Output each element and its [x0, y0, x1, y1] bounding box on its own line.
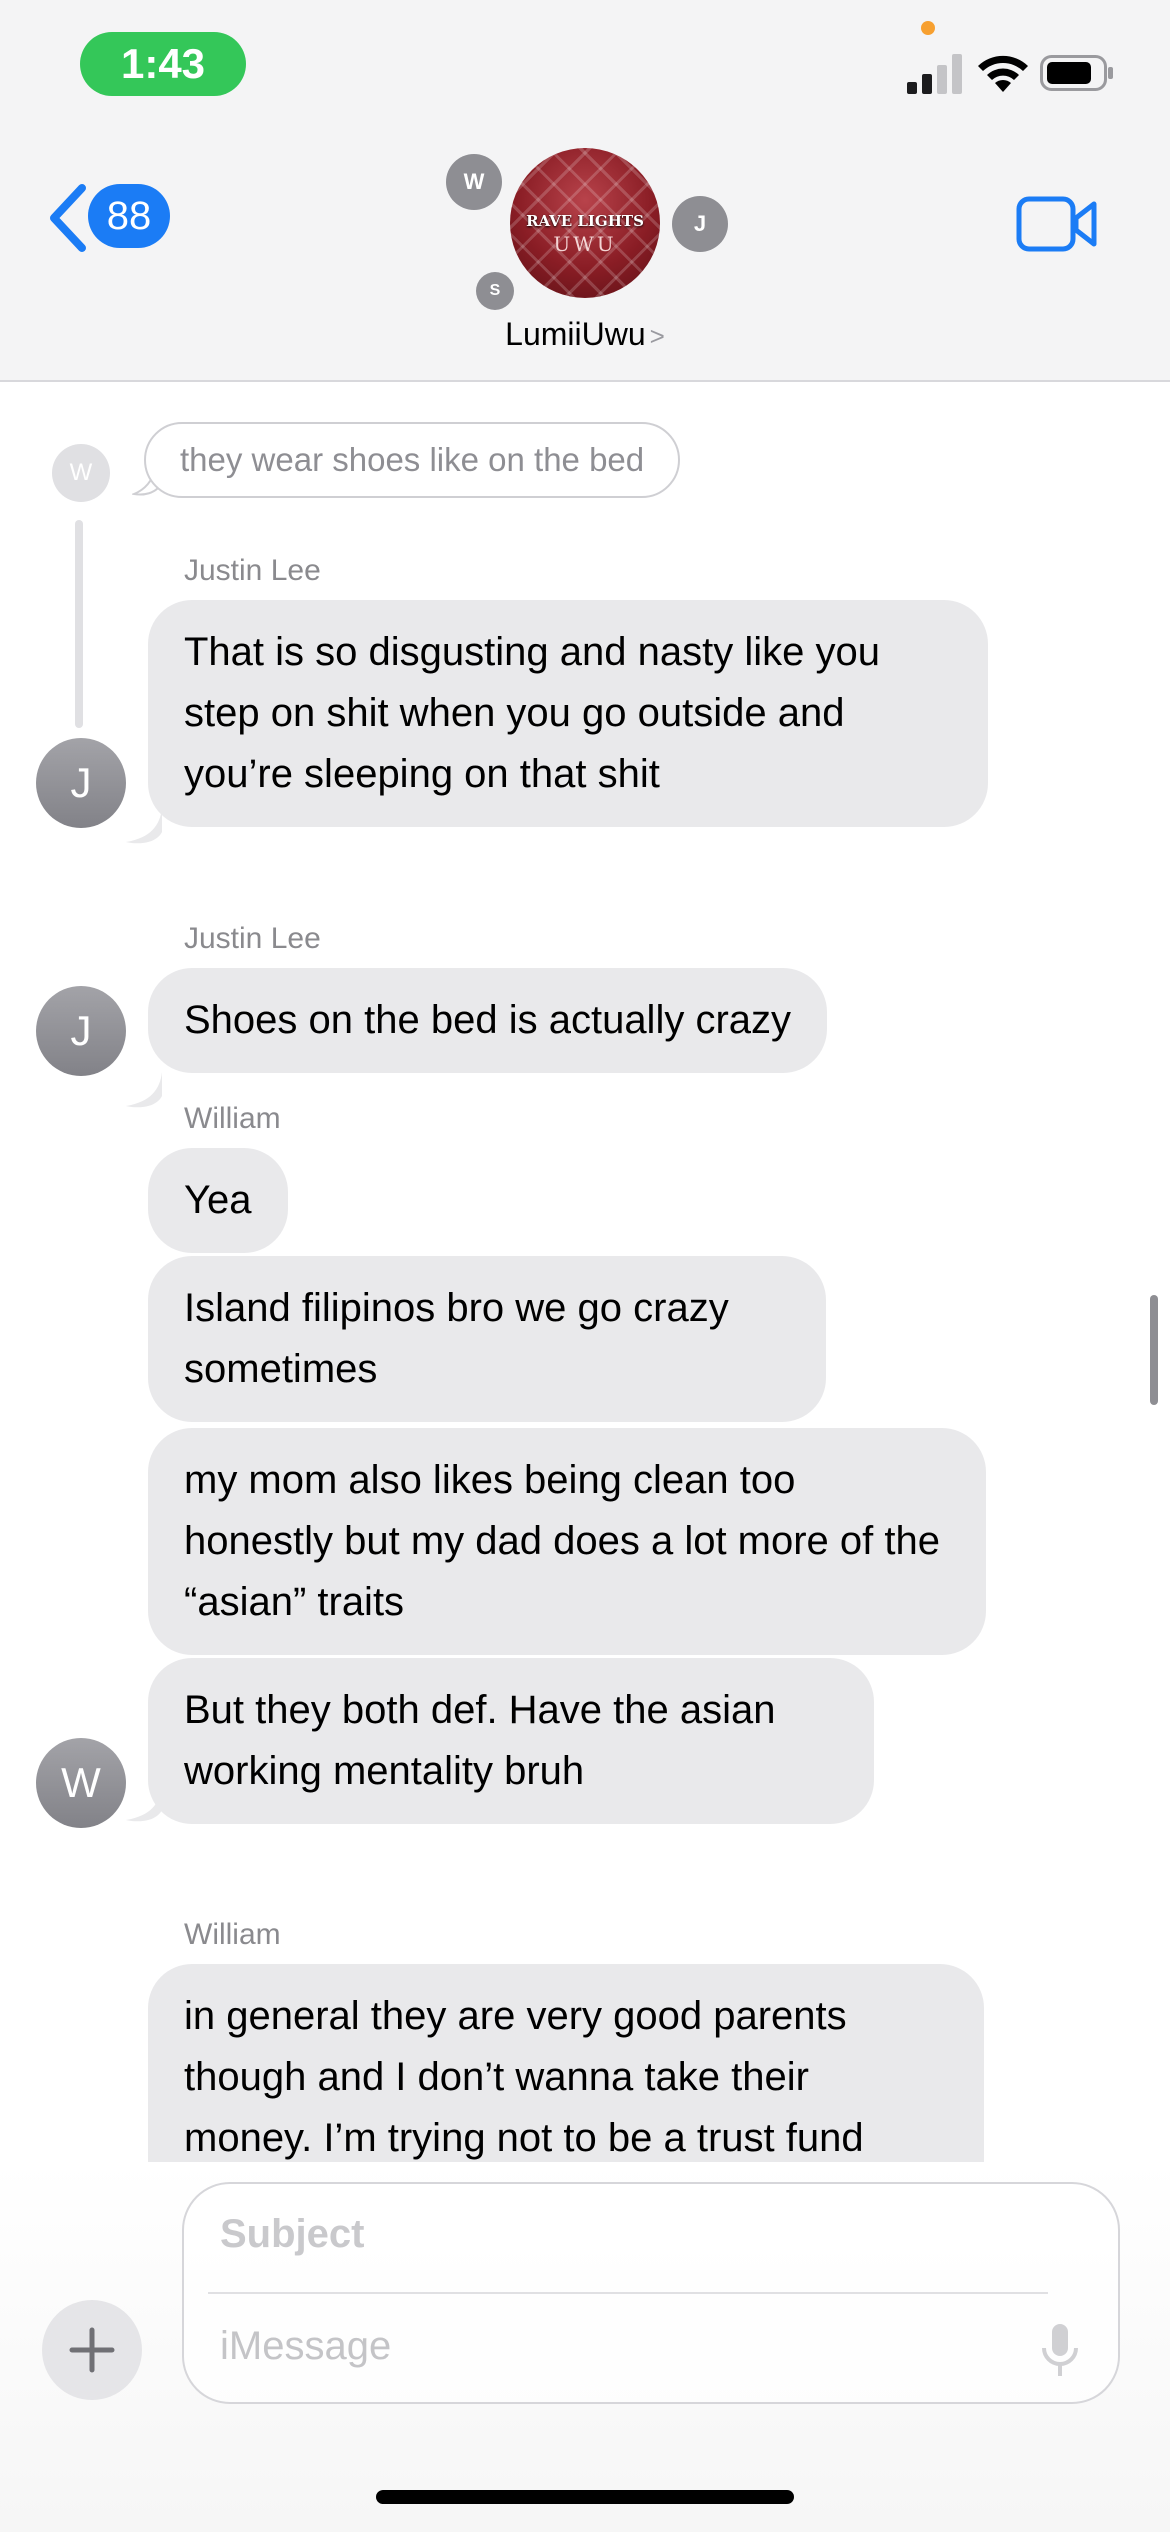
battery-icon — [1040, 55, 1113, 91]
member-avatar-w: W — [446, 154, 502, 210]
add-attachment-button[interactable] — [42, 2300, 142, 2400]
privacy-indicator-dot — [921, 21, 935, 35]
group-name[interactable]: LumiiUwu > — [0, 316, 1170, 353]
group-photo[interactable]: RAVE LIGHTS UWU — [510, 148, 660, 298]
reply-context-bubble[interactable]: they wear shoes like on the bed — [144, 422, 681, 498]
group-name-label: LumiiUwu — [505, 316, 646, 352]
sender-name: Justin Lee — [184, 554, 321, 587]
message-bubble[interactable]: in general they are very good parents th… — [148, 1964, 984, 2162]
subject-field[interactable]: Subject — [220, 2212, 364, 2257]
plus-icon — [69, 2327, 115, 2373]
message-bubble[interactable]: That is so disgusting and nasty like you… — [148, 600, 988, 827]
conversation-header: 88 W RAVE LIGHTS UWU J S LumiiUwu > — [0, 130, 1170, 382]
home-indicator — [376, 2490, 794, 2504]
reply-context-avatar: W — [52, 444, 110, 502]
bubble-tail — [126, 1072, 162, 1108]
back-chevron-icon — [50, 184, 86, 252]
signal-icon — [907, 52, 963, 94]
message-bubble[interactable]: Shoes on the bed is actually crazy — [148, 968, 828, 1073]
microphone-icon[interactable] — [1040, 2322, 1080, 2380]
sender-name: Justin Lee — [184, 922, 321, 955]
message-bubble[interactable]: Yea — [148, 1148, 288, 1253]
unread-count-badge: 88 — [88, 184, 170, 248]
wifi-icon — [978, 55, 1028, 92]
composer-divider — [208, 2292, 1048, 2294]
avatar[interactable]: W — [36, 1738, 126, 1828]
message-input[interactable]: iMessage — [220, 2324, 391, 2369]
video-call-icon[interactable] — [1016, 196, 1098, 252]
status-bar: 1:43 — [0, 0, 1170, 130]
reply-thread-line — [75, 520, 83, 728]
member-avatar-s: S — [476, 272, 514, 310]
group-photo-subtext: UWU — [553, 232, 617, 256]
sender-name: William — [184, 1102, 281, 1135]
avatar[interactable]: J — [36, 986, 126, 1076]
scroll-indicator[interactable] — [1150, 1295, 1158, 1405]
group-photo-text: RAVE LIGHTS — [526, 212, 644, 230]
message-composer[interactable]: Subject iMessage — [182, 2182, 1120, 2404]
bubble-tail — [126, 808, 162, 844]
chevron-right-icon: > — [649, 321, 665, 351]
avatar[interactable]: J — [36, 738, 126, 828]
message-thread[interactable]: W they wear shoes like on the bed Justin… — [0, 382, 1170, 2162]
member-avatar-j: J — [672, 196, 728, 252]
sender-name: William — [184, 1918, 281, 1951]
message-bubble[interactable]: But they both def. Have the asian workin… — [148, 1658, 874, 1824]
message-bubble[interactable]: my mom also likes being clean too honest… — [148, 1428, 986, 1655]
back-button[interactable]: 88 — [48, 178, 178, 258]
status-time: 1:43 — [80, 32, 246, 96]
message-bubble[interactable]: Island filipinos bro we go crazy sometim… — [148, 1256, 826, 1422]
